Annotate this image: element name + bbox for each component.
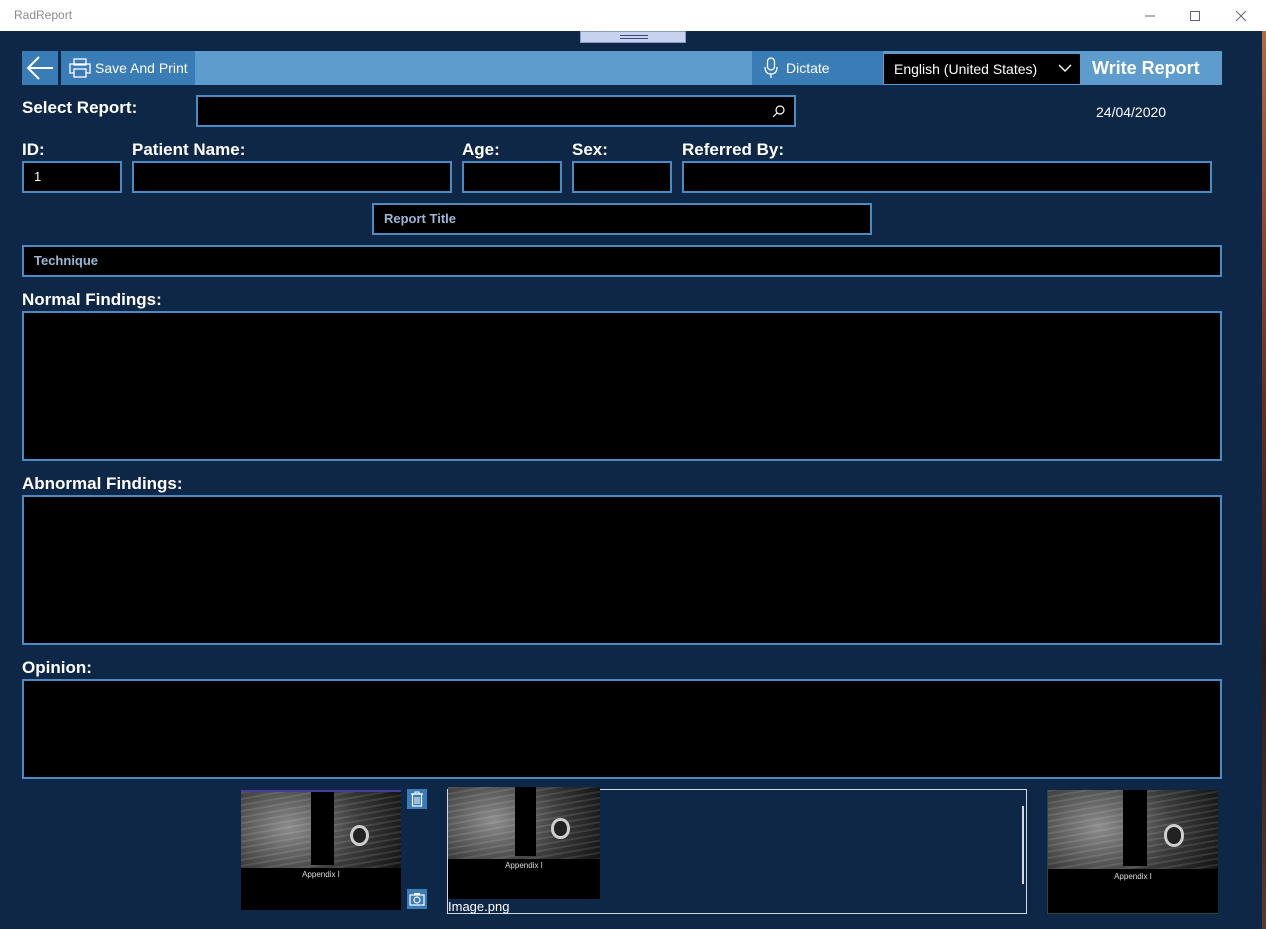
minimize-button[interactable] (1127, 0, 1173, 31)
patient-name-field[interactable] (132, 161, 452, 193)
chevron-down-icon (1058, 64, 1072, 72)
image-gallery[interactable]: Appendix I Image.png (447, 787, 1027, 914)
camera-button[interactable] (407, 889, 427, 909)
report-date: 24/04/2020 (1096, 104, 1167, 120)
microphone-icon (764, 57, 778, 78)
gallery-scrollbar[interactable] (1022, 806, 1024, 884)
age-field[interactable] (462, 161, 562, 193)
sex-label: Sex: (572, 140, 608, 159)
gallery-file-name: Image.png (448, 899, 510, 914)
write-report-button[interactable]: Write Report (1082, 51, 1222, 85)
language-value: English (United States) (894, 61, 1038, 77)
toolbar: Save And Print Dictate English (United S… (22, 51, 1222, 85)
ultrasound-image: Appendix I (448, 787, 600, 899)
referred-by-field[interactable] (682, 161, 1212, 193)
back-arrow-icon (26, 56, 53, 80)
age-label: Age: (462, 140, 500, 159)
delete-image-button[interactable] (407, 789, 427, 809)
dictate-label: Dictate (786, 60, 830, 76)
ultrasound-image: Appendix I (1048, 790, 1218, 913)
technique-field[interactable]: Technique (22, 245, 1222, 277)
ultrasound-image: Appendix I (241, 792, 401, 910)
back-button[interactable] (22, 51, 58, 85)
title-bar: RadReport (0, 0, 1266, 31)
image-preview-right[interactable]: Appendix I (1047, 790, 1218, 914)
maximize-icon (1190, 10, 1200, 21)
report-title-field[interactable]: Report Title (372, 203, 872, 235)
sex-field[interactable] (572, 161, 672, 193)
select-report-search[interactable] (196, 95, 796, 127)
maximize-button[interactable] (1172, 0, 1218, 31)
normal-findings-label: Normal Findings: (22, 290, 162, 309)
opinion-textarea[interactable] (22, 679, 1222, 779)
abnormal-findings-label: Abnormal Findings: (22, 474, 183, 493)
trash-icon (411, 791, 423, 807)
minimize-icon (1145, 15, 1155, 16)
selected-image-preview[interactable]: Appendix I (241, 790, 401, 910)
printer-icon (69, 58, 91, 78)
window-title: RadReport (14, 8, 73, 22)
gallery-thumbnail[interactable]: Appendix I (448, 787, 600, 899)
search-icon (772, 105, 785, 118)
abnormal-findings-textarea[interactable] (22, 495, 1222, 645)
report-title-placeholder: Report Title (384, 211, 456, 226)
select-report-label: Select Report: (22, 98, 138, 117)
normal-findings-textarea[interactable] (22, 311, 1222, 461)
referred-by-label: Referred By: (682, 140, 785, 159)
gallery-image-caption: Appendix I (505, 860, 543, 870)
id-label: ID: (22, 140, 45, 159)
camera-icon (409, 893, 425, 906)
save-and-print-label: Save And Print (95, 60, 188, 76)
id-field[interactable]: 1 (22, 161, 122, 193)
id-value: 1 (34, 169, 42, 184)
image-caption: Appendix I (302, 870, 340, 880)
write-report-label: Write Report (1092, 57, 1200, 78)
opinion-label: Opinion: (22, 658, 92, 677)
close-icon (1235, 10, 1247, 21)
dictate-button[interactable]: Dictate (752, 51, 883, 85)
save-and-print-button[interactable]: Save And Print (61, 51, 195, 85)
close-button[interactable] (1218, 0, 1264, 31)
technique-placeholder: Technique (34, 253, 99, 268)
patient-name-label: Patient Name: (132, 140, 246, 159)
language-select[interactable]: English (United States) (884, 54, 1080, 84)
grip-lines-icon (620, 35, 648, 39)
preview-image-caption: Appendix I (1114, 872, 1152, 882)
drag-grip[interactable] (580, 31, 686, 43)
window-edge (1262, 31, 1266, 929)
